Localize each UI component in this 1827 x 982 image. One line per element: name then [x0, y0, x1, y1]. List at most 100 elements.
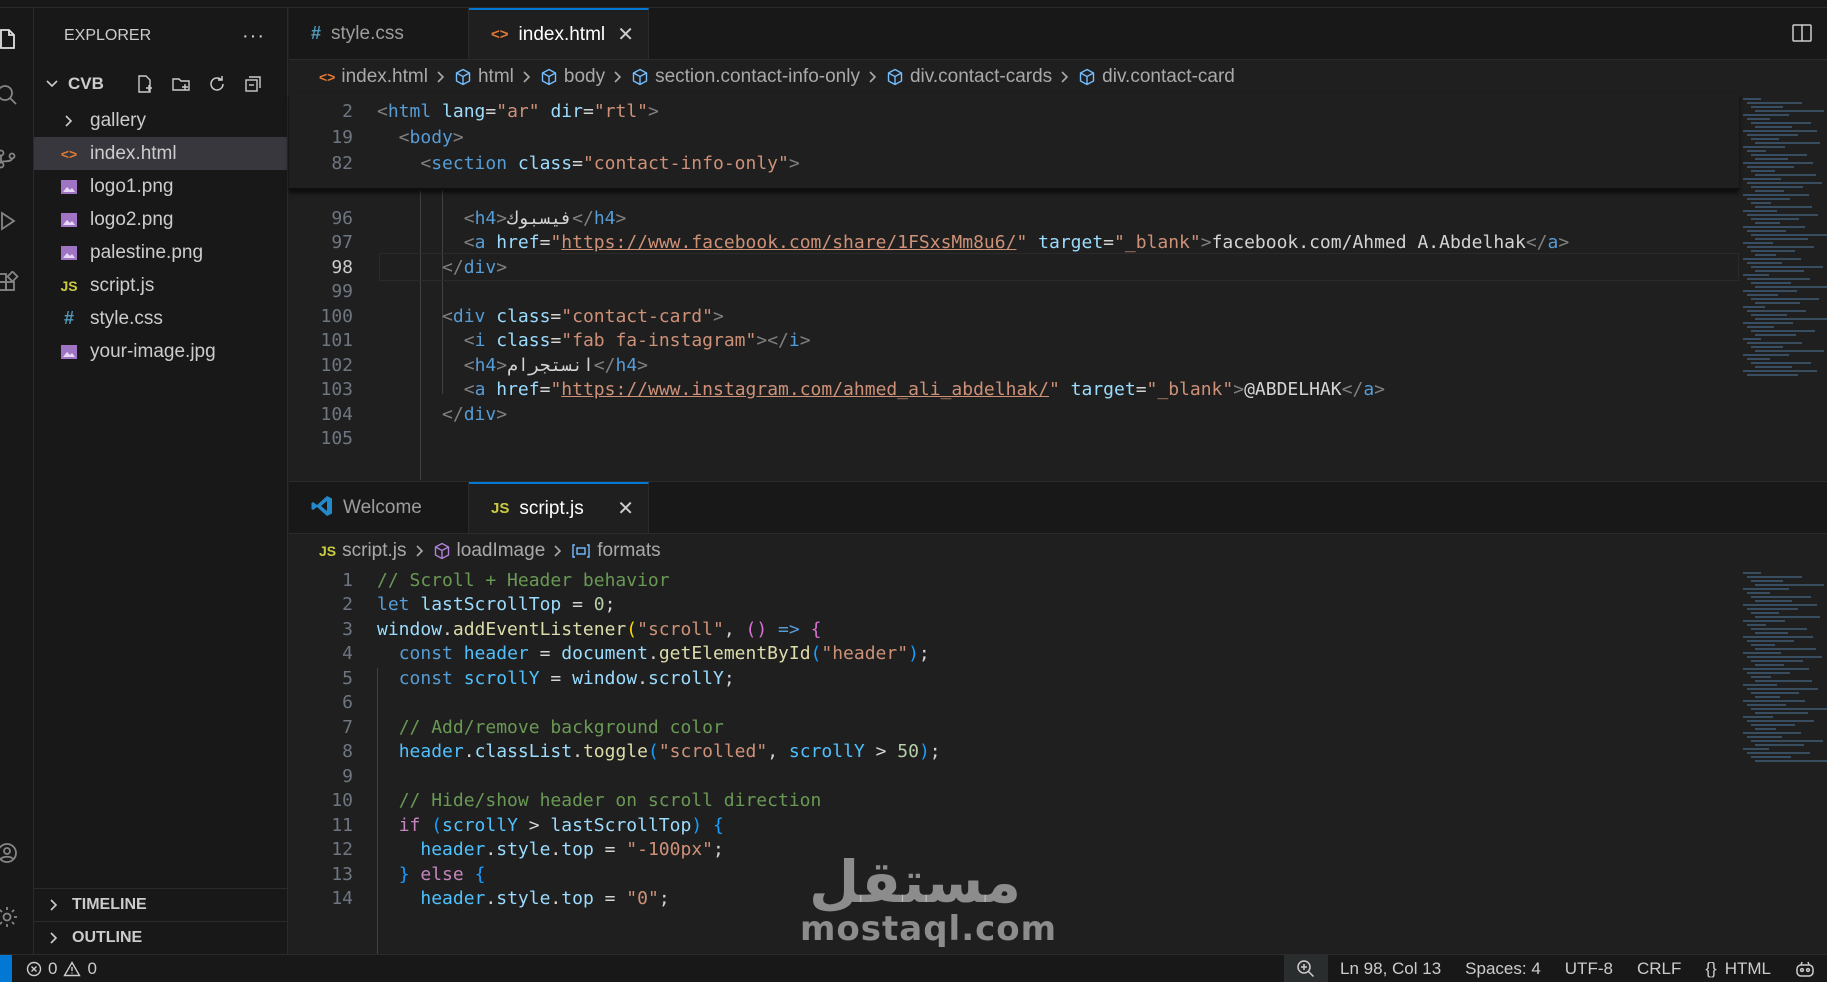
- breadcrumb-item[interactable]: body: [540, 66, 605, 88]
- cursor-position[interactable]: Ln 98, Col 13: [1328, 955, 1453, 982]
- breadcrumb-item[interactable]: loadImage: [433, 540, 545, 562]
- close-icon[interactable]: ✕: [617, 22, 634, 47]
- line-number: 7: [342, 716, 353, 738]
- tree-item-gallery[interactable]: gallery: [34, 104, 287, 137]
- encoding[interactable]: UTF-8: [1553, 955, 1625, 982]
- symbol-variable-icon: [571, 543, 591, 559]
- timeline-section[interactable]: TIMELINE: [34, 888, 288, 921]
- outline-section[interactable]: OUTLINE: [34, 921, 288, 954]
- copilot-icon[interactable]: [1783, 955, 1827, 982]
- source-control-icon[interactable]: [0, 146, 20, 172]
- language-mode[interactable]: {} HTML: [1693, 955, 1783, 982]
- minimap-line: [1747, 166, 1794, 168]
- tree-item-logo1[interactable]: logo1.png: [34, 170, 287, 203]
- minimap-line: [1755, 254, 1776, 256]
- code-token: 0: [593, 594, 605, 615]
- chevron-right-icon: [44, 898, 64, 912]
- more-actions-icon[interactable]: ···: [242, 25, 265, 48]
- breadcrumb-item[interactable]: JS script.js: [319, 540, 407, 562]
- line-endings[interactable]: CRLF: [1625, 955, 1693, 982]
- minimap-line: [1751, 724, 1795, 726]
- remote-indicator[interactable]: [0, 954, 12, 982]
- code-token: {: [474, 863, 486, 885]
- tab-index-html[interactable]: <> index.html ✕: [469, 8, 649, 59]
- line-number: 2: [342, 100, 353, 122]
- close-icon[interactable]: ✕: [617, 496, 634, 521]
- minimap-top[interactable]: [1743, 98, 1827, 388]
- html-file-icon: <>: [60, 145, 78, 162]
- refresh-icon[interactable]: [203, 70, 231, 98]
- code-token: ): [691, 814, 703, 836]
- minimap-line: [1743, 114, 1789, 116]
- code-token: https://www.instagram.com/ahmed_ali_abde…: [561, 379, 1049, 400]
- line-content: <h4>فيسبوك</h4>: [464, 208, 627, 229]
- breadcrumb-item[interactable]: section.contact-info-only: [631, 66, 860, 88]
- js-file-icon: JS: [319, 543, 337, 559]
- line-content: window.addEventListener("scroll", () => …: [377, 619, 821, 640]
- problems-indicator[interactable]: 0 0: [26, 959, 97, 979]
- code-token: >: [496, 354, 508, 376]
- collapse-all-icon[interactable]: [239, 70, 267, 98]
- line-content: <html lang="ar" dir="rtl">: [377, 101, 659, 122]
- tree-item-your-image[interactable]: your-image.jpg: [34, 335, 287, 368]
- symbol-element-icon: [540, 68, 558, 86]
- code-token: <: [442, 305, 453, 327]
- workspace-folder[interactable]: CVB: [34, 64, 287, 104]
- status-bar: 0 0 Ln 98, Col 13 Spaces: 4 UTF-8 CRLF {…: [0, 954, 1827, 982]
- tree-item-style-css[interactable]: # style.css: [34, 302, 287, 335]
- code-token: html: [387, 100, 432, 122]
- tab-style-css[interactable]: # style.css: [289, 8, 469, 59]
- breadcrumb-item[interactable]: formats: [571, 540, 661, 562]
- chevron-right-icon: [1060, 70, 1070, 84]
- tree-item-script-js[interactable]: JS script.js: [34, 269, 287, 302]
- minimap-line: [1751, 660, 1803, 662]
- minimap-line: [1747, 720, 1814, 722]
- tab-script-js[interactable]: JS script.js ✕: [469, 482, 649, 533]
- explorer-icon[interactable]: [0, 26, 20, 52]
- tree-item-palestine[interactable]: palestine.png: [34, 236, 287, 269]
- code-token: "ar": [496, 100, 540, 122]
- code-token: =: [528, 643, 562, 664]
- line-content: <body>: [399, 127, 464, 148]
- minimap-line: [1751, 282, 1791, 284]
- split-editor-icon[interactable]: [1791, 22, 1813, 44]
- extensions-icon[interactable]: [0, 270, 20, 296]
- code-token: </: [593, 354, 616, 376]
- line-number: 4: [342, 643, 353, 664]
- settings-gear-icon[interactable]: [0, 904, 20, 930]
- run-debug-icon[interactable]: [0, 208, 20, 234]
- code-token: scrollY: [463, 667, 540, 689]
- css-file-icon: #: [311, 23, 322, 43]
- tab-bar-top: # style.css <> index.html ✕: [289, 8, 1827, 60]
- breadcrumb-item[interactable]: div.contact-cards: [886, 66, 1052, 88]
- image-file-icon: [56, 344, 82, 360]
- new-folder-icon[interactable]: [167, 70, 195, 98]
- minimap-line: [1743, 370, 1817, 372]
- code-token: h4: [593, 207, 616, 229]
- minimap-line: [1747, 688, 1818, 690]
- tree-item-index-html[interactable]: <> index.html: [34, 137, 287, 170]
- accounts-icon[interactable]: [0, 840, 20, 866]
- minimap-line: [1747, 576, 1802, 578]
- breadcrumb-item[interactable]: div.contact-card: [1078, 66, 1235, 88]
- line-content: const header = document.getElementById("…: [377, 643, 930, 664]
- code-area-bottom[interactable]: 1 // Scroll + Header behavior 2 let lastScr…: [289, 568, 1827, 958]
- minimap-bottom[interactable]: [1743, 572, 1827, 772]
- tab-welcome[interactable]: Welcome: [289, 482, 469, 533]
- line-number: 96: [331, 207, 353, 229]
- new-file-icon[interactable]: [131, 70, 159, 98]
- line-number: 5: [342, 667, 353, 689]
- breadcrumb-item[interactable]: <> index.html: [319, 66, 428, 88]
- indentation[interactable]: Spaces: 4: [1453, 955, 1553, 982]
- code-token: ;: [918, 643, 930, 664]
- minimap-line: [1743, 636, 1813, 638]
- breadcrumb-item[interactable]: html: [454, 66, 514, 88]
- minimap-line: [1751, 676, 1771, 678]
- breadcrumb-label: section.contact-info-only: [655, 66, 860, 87]
- zoom-indicator[interactable]: [1284, 954, 1329, 982]
- search-icon[interactable]: [0, 82, 20, 108]
- code-token: ;: [713, 839, 724, 860]
- code-area-top[interactable]: 2 <html lang="ar" dir="rtl"> 19 <body> 82 <se…: [289, 94, 1827, 480]
- tree-item-logo2[interactable]: logo2.png: [34, 203, 287, 236]
